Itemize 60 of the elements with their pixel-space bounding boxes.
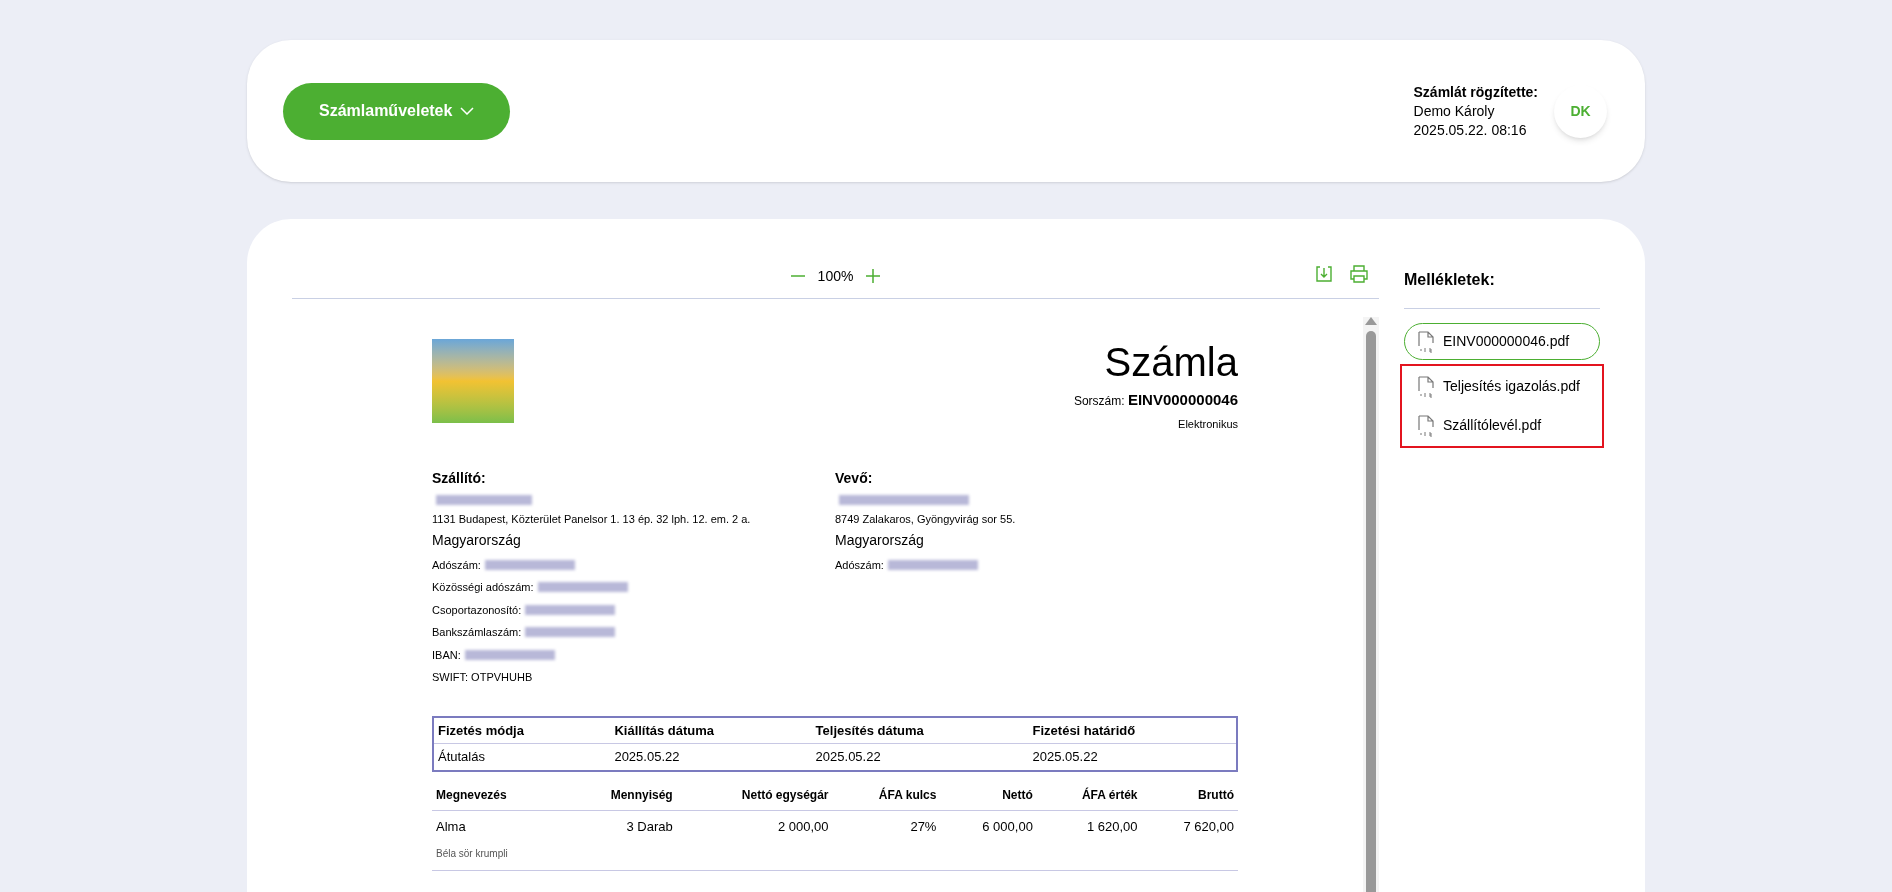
table-cell: 7 620,00	[1141, 810, 1238, 836]
table-header: Bruttó	[1141, 779, 1238, 810]
field-label: Adószám:	[835, 557, 884, 573]
table-cell: 2025.05.22	[610, 743, 812, 771]
table-header: ÁFA kulcs	[832, 779, 941, 810]
download-icon	[1315, 265, 1333, 283]
zoom-level: 100%	[817, 266, 854, 286]
scroll-up-arrow-icon	[1365, 317, 1377, 325]
recorded-by-label: Számlát rögzítette:	[1413, 82, 1538, 102]
attachment-item[interactable]: Teljesítés igazolás.pdf	[1404, 368, 1600, 405]
field-label: IBAN:	[432, 647, 461, 663]
recorded-by-name: Demo Károly	[1413, 101, 1496, 121]
party-address: 8749 Zalakaros, Gyöngyvirág sor 55.	[835, 512, 1017, 527]
party-heading: Szállító:	[432, 469, 487, 488]
print-button[interactable]	[1349, 264, 1369, 284]
party-heading: Vevő:	[835, 469, 874, 488]
field-label: Csoportazonosító:	[432, 602, 522, 618]
table-cell: 1 620,00	[1036, 810, 1142, 836]
table-header: Mennyiség	[561, 779, 677, 810]
party-country: Magyarország	[432, 530, 522, 550]
attachments-title: Mellékletek:	[1404, 264, 1600, 309]
table-header: Fizetés módja	[433, 716, 611, 744]
table-cell: Átutalás	[433, 743, 611, 771]
zoom-in-button[interactable]	[865, 268, 882, 284]
minus-icon	[789, 275, 806, 277]
chevron-down-icon	[460, 107, 475, 115]
table-header: Teljesítés dátuma	[811, 716, 1029, 744]
recorded-at: 2025.05.22. 08:16	[1413, 120, 1528, 140]
print-icon	[1349, 264, 1369, 284]
field-label: Adószám:	[432, 557, 481, 573]
table-header: Megnevezés	[432, 779, 562, 810]
pdf-file-icon	[1417, 330, 1435, 353]
table-cell: 2025.05.22	[1028, 743, 1237, 771]
table-cell: 27%	[832, 810, 941, 836]
pdf-file-icon	[1417, 414, 1435, 437]
attachment-item[interactable]: Szállítólevél.pdf	[1404, 407, 1600, 444]
table-cell: Alma	[432, 810, 562, 836]
table-header: Kiállítás dátuma	[610, 716, 812, 744]
table-cell: 6 000,00	[940, 810, 1037, 836]
scrollbar-thumb[interactable]	[1366, 331, 1376, 892]
user-avatar: DK	[1554, 84, 1607, 138]
table-header: Fizetési határidő	[1028, 716, 1237, 744]
download-button[interactable]	[1315, 264, 1333, 284]
pdf-file-icon	[1417, 375, 1435, 398]
field-label: Közösségi adószám:	[432, 580, 534, 595]
item-note: Béla sör krumpli	[436, 848, 508, 859]
party-address: 1131 Budapest, Közterület Panelsor 1. 13 ép. 32 lph. 12. em. 2 a.	[432, 512, 752, 527]
table-header: Nettó egységár	[676, 779, 833, 810]
invoice-title: Számla	[1104, 339, 1238, 385]
table-cell: 2 000,00	[676, 810, 833, 836]
plus-icon	[865, 268, 882, 284]
field-label: Bankszámlaszám:	[432, 625, 522, 640]
table-cell: 2025.05.22	[811, 743, 1029, 771]
swift-code: SWIFT: OTPVHUHB	[432, 670, 534, 685]
table-header: Nettó	[940, 779, 1037, 810]
table-header: ÁFA érték	[1036, 779, 1142, 810]
invoice-type: Elektronikus	[1178, 416, 1238, 432]
serial-number: Sorszám: EINV000000046	[1073, 390, 1238, 410]
party-country: Magyarország	[835, 530, 925, 550]
table-cell: 3 Darab	[561, 810, 677, 836]
